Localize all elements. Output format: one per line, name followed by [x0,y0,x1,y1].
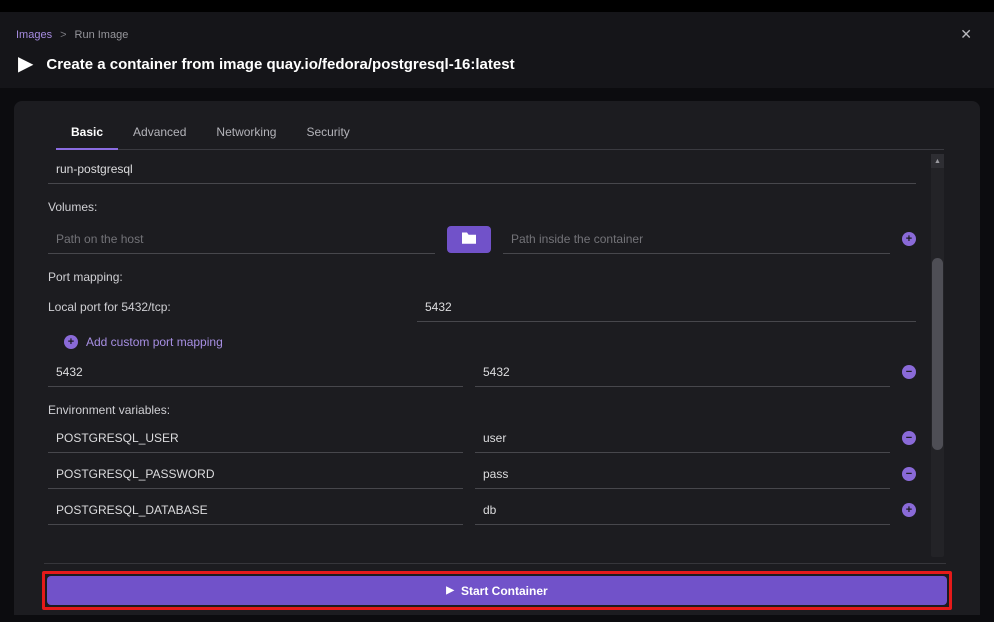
container-name-input[interactable] [48,154,916,184]
env-value-input[interactable] [475,423,890,453]
env-row: + [48,495,916,525]
tab-basic[interactable]: Basic [56,115,118,150]
volume-host-path-input[interactable] [48,224,435,254]
form-scroll-area: Volumes: + Port mapping: Local port for … [14,150,980,563]
folder-icon [461,231,477,247]
breadcrumb-separator: > [60,29,66,41]
remove-port-mapping-button[interactable]: − [902,365,916,379]
red-annotation-box: ▶ Start Container [42,571,952,610]
volumes-label: Volumes: [48,200,916,214]
local-port-input[interactable] [417,292,916,322]
close-icon[interactable]: ✕ [954,26,978,43]
local-port-row: Local port for 5432/tcp: [48,292,916,322]
env-value-input[interactable] [475,459,890,489]
env-key-input[interactable] [48,423,463,453]
env-key-input[interactable] [48,459,463,489]
play-icon: ▶ [18,54,33,74]
run-image-card: Basic Advanced Networking Security Volum… [14,101,980,615]
port-mapping-label: Port mapping: [48,270,916,284]
content-area: Basic Advanced Networking Security Volum… [0,88,994,615]
local-port-label: Local port for 5432/tcp: [48,300,405,314]
browse-folder-button[interactable] [447,226,491,253]
footer: ▶ Start Container [14,564,980,615]
start-container-label: Start Container [461,584,548,598]
volume-container-path-input[interactable] [503,224,890,254]
env-key-input[interactable] [48,495,463,525]
scroll-up-icon[interactable]: ▲ [931,154,944,168]
breadcrumb: Images > Run Image ✕ [16,20,978,43]
volume-row: + [48,224,916,254]
breadcrumb-images-link[interactable]: Images [16,29,52,41]
env-vars-label: Environment variables: [48,403,916,417]
remove-env-button[interactable]: − [902,467,916,481]
page-header: Images > Run Image ✕ ▶ Create a containe… [0,12,994,88]
start-container-button[interactable]: ▶ Start Container [47,576,947,605]
tab-security[interactable]: Security [291,115,364,149]
tab-bar: Basic Advanced Networking Security [56,115,944,150]
env-value-input[interactable] [475,495,890,525]
play-icon: ▶ [446,586,454,596]
add-custom-port-mapping-link[interactable]: + Add custom port mapping [64,335,223,349]
remove-env-button[interactable]: − [902,431,916,445]
vertical-scrollbar[interactable]: ▲ [931,154,944,557]
tab-networking[interactable]: Networking [201,115,291,149]
breadcrumb-current: Run Image [75,29,129,41]
tab-advanced[interactable]: Advanced [118,115,201,149]
page-title: Create a container from image quay.io/fe… [46,56,514,73]
env-row: − [48,459,916,489]
env-row: − [48,423,916,453]
plus-circle-icon: + [64,335,78,349]
add-volume-button[interactable]: + [902,232,916,246]
custom-port-container-input[interactable] [475,357,890,387]
custom-port-row: − [48,357,916,387]
add-custom-port-mapping-label: Add custom port mapping [86,335,223,349]
add-env-button[interactable]: + [902,503,916,517]
titlebar [0,0,994,12]
scrollbar-thumb[interactable] [932,258,943,450]
custom-port-host-input[interactable] [48,357,463,387]
